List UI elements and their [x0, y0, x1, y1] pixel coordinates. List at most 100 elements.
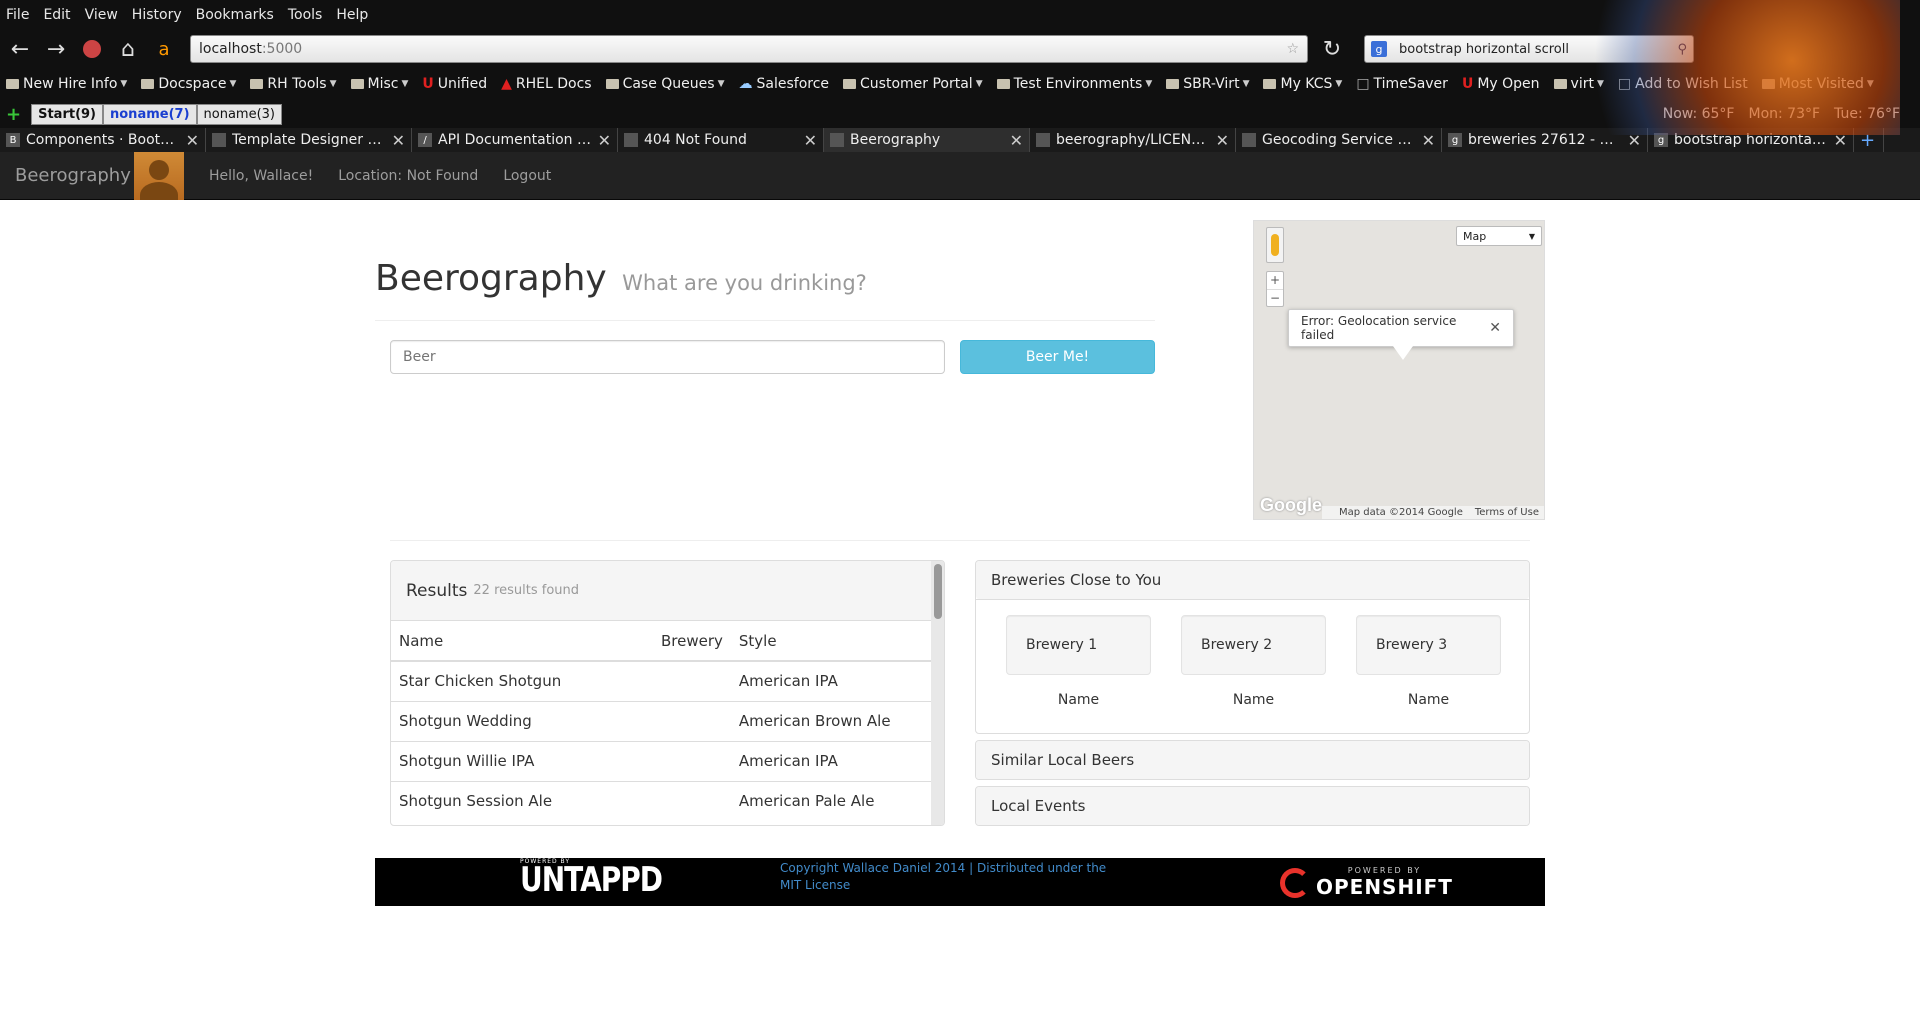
brewery-cell [653, 740, 731, 781]
menu-view[interactable]: View [85, 7, 118, 23]
chevron-down-icon: ▼ [229, 79, 237, 89]
home-icon[interactable]: ⌂ [114, 35, 142, 63]
folder-icon [996, 79, 1010, 89]
table-row[interactable]: Shotgun Wedding American Brown Ale [391, 700, 931, 741]
bookmark-item[interactable]: ▲ RHEL Docs [501, 76, 591, 92]
nav-logout[interactable]: Logout [503, 168, 551, 184]
forward-icon[interactable]: → [42, 35, 70, 63]
tab-group-noname-7[interactable]: noname(7) [103, 103, 197, 125]
menu-history[interactable]: History [132, 7, 182, 23]
bookmark-item[interactable]: SBR-Virt ▼ [1166, 76, 1249, 92]
amazon-icon[interactable]: a [150, 35, 178, 63]
search-bar[interactable]: g bootstrap horizontal scroll ⚲ [1364, 35, 1694, 63]
bookmark-item[interactable]: Docspace ▼ [141, 76, 236, 92]
nav-greeting[interactable]: Hello, Wallace! [209, 168, 313, 184]
zoom-in-icon[interactable]: + [1267, 272, 1283, 289]
close-tab-icon[interactable]: ✕ [804, 131, 817, 150]
back-icon[interactable]: ← [6, 35, 34, 63]
browser-tab[interactable]: / API Documentation | ... ✕ [412, 128, 618, 152]
browser-tab[interactable]: Beerography ✕ [824, 128, 1030, 152]
similar-beers-heading[interactable]: Similar Local Beers [976, 741, 1529, 779]
folder-icon [605, 79, 619, 89]
bookmark-item[interactable]: Case Queues ▼ [605, 76, 725, 92]
favicon-icon: / [418, 133, 432, 147]
search-icon[interactable]: ⚲ [1677, 42, 1687, 57]
beer-search-input[interactable] [390, 340, 945, 374]
menu-edit[interactable]: Edit [43, 7, 70, 23]
browser-tab[interactable]: g bootstrap horizontal ... ✕ [1648, 128, 1854, 152]
bookmark-item[interactable]: Customer Portal ▼ [843, 76, 983, 92]
menu-help[interactable]: Help [336, 7, 368, 23]
bookmark-item[interactable]: My KCS ▼ [1263, 76, 1342, 92]
tab-group-noname-3[interactable]: noname(3) [196, 103, 282, 125]
browser-tab[interactable]: Template Designer D... ✕ [206, 128, 412, 152]
menu-file[interactable]: File [6, 7, 29, 23]
close-icon[interactable]: ✕ [1489, 320, 1501, 336]
stop-icon[interactable] [78, 35, 106, 63]
copyright-link[interactable]: Copyright Wallace Daniel 2014 | Distribu… [780, 860, 1120, 894]
navbar-brand[interactable]: Beerography [0, 165, 134, 186]
bookmark-item[interactable]: Misc ▼ [350, 76, 408, 92]
bookmark-item[interactable]: RH Tools ▼ [250, 76, 337, 92]
tab-title: breweries 27612 - G... [1468, 132, 1622, 148]
table-row[interactable]: Shotgun Session Ale American Pale Ale [391, 780, 931, 821]
bookmark-item[interactable]: ☁ Salesforce [739, 76, 830, 92]
untappd-logo[interactable]: POWERED BY UNTAPPD [520, 858, 663, 897]
bookmark-item[interactable]: virt ▼ [1553, 76, 1604, 92]
close-tab-icon[interactable]: ✕ [1010, 131, 1023, 150]
brewery-card[interactable]: Brewery 2 Name [1181, 615, 1326, 708]
bookmark-item[interactable]: □ Add to Wish List [1618, 76, 1748, 92]
results-scrollbar[interactable] [931, 561, 944, 825]
close-tab-icon[interactable]: ✕ [1628, 131, 1641, 150]
openshift-logo[interactable]: POWERED BY OPENSHIFT [1280, 866, 1453, 899]
browser-tab[interactable]: Geocoding Service - ... ✕ [1236, 128, 1442, 152]
breweries-panel: Breweries Close to You Brewery 1 Name Br… [975, 560, 1530, 734]
browser-tab[interactable]: 404 Not Found ✕ [618, 128, 824, 152]
add-group-icon[interactable]: + [6, 104, 21, 125]
menu-tools[interactable]: Tools [288, 7, 323, 23]
scrollbar-thumb[interactable] [934, 564, 942, 619]
bookmark-item[interactable]: □ TimeSaver [1356, 76, 1448, 92]
reload-icon[interactable]: ↻ [1318, 35, 1346, 63]
browser-tab[interactable]: beerography/LICENS... ✕ [1030, 128, 1236, 152]
pegman-icon[interactable] [1266, 227, 1284, 263]
bookmark-item[interactable]: Most Visited ▼ [1761, 76, 1874, 92]
bookmark-star-icon[interactable]: ☆ [1286, 41, 1299, 57]
browser-tab[interactable]: g breweries 27612 - G... ✕ [1442, 128, 1648, 152]
table-row[interactable]: Shotgun Willie IPA American IPA [391, 740, 931, 781]
zoom-out-icon[interactable]: − [1267, 289, 1283, 307]
brewery-card[interactable]: Brewery 3 Name [1356, 615, 1501, 708]
google-icon[interactable]: g [1371, 41, 1387, 57]
local-events-heading[interactable]: Local Events [976, 787, 1529, 825]
nav-location[interactable]: Location: Not Found [338, 168, 478, 184]
tab-group-start[interactable]: Start(9) [31, 103, 103, 125]
close-tab-icon[interactable]: ✕ [1834, 131, 1847, 150]
app-navbar: Beerography Hello, Wallace! Location: No… [0, 151, 1920, 200]
browser-tab[interactable]: B Components · Bootst... ✕ [0, 128, 206, 152]
breweries-panel-heading[interactable]: Breweries Close to You [976, 561, 1529, 599]
close-tab-icon[interactable]: ✕ [392, 131, 405, 150]
bookmark-item[interactable]: Test Environments ▼ [996, 76, 1152, 92]
url-bar[interactable]: localhost:5000 ☆ [190, 35, 1308, 63]
map[interactable]: + − Map ▼ Error: Geolocation service fai… [1253, 220, 1545, 520]
column-name[interactable]: Name [391, 621, 653, 662]
bookmark-item[interactable]: New Hire Info ▼ [6, 76, 127, 92]
terms-of-use-link[interactable]: Terms of Use [1475, 507, 1539, 518]
openshift-wordmark: OPENSHIFT [1316, 875, 1453, 899]
bookmark-item[interactable]: U My Open [1462, 76, 1540, 92]
close-tab-icon[interactable]: ✕ [1216, 131, 1229, 150]
menu-bookmarks[interactable]: Bookmarks [196, 7, 274, 23]
new-tab-icon[interactable]: + [1854, 128, 1884, 152]
column-brewery[interactable]: Brewery [653, 621, 731, 662]
brewery-card[interactable]: Brewery 1 Name [1006, 615, 1151, 708]
beer-me-button[interactable]: Beer Me! [960, 340, 1155, 374]
close-tab-icon[interactable]: ✕ [598, 131, 611, 150]
google-logo: Google [1260, 495, 1322, 515]
map-type-select[interactable]: Map ▼ [1456, 226, 1542, 246]
bookmark-item[interactable]: U Unified [422, 76, 487, 92]
close-tab-icon[interactable]: ✕ [1422, 131, 1435, 150]
column-style[interactable]: Style [730, 621, 931, 662]
close-tab-icon[interactable]: ✕ [186, 131, 199, 150]
table-row[interactable]: Star Chicken Shotgun American IPA [391, 660, 931, 701]
zoom-control[interactable]: + − [1266, 271, 1284, 307]
